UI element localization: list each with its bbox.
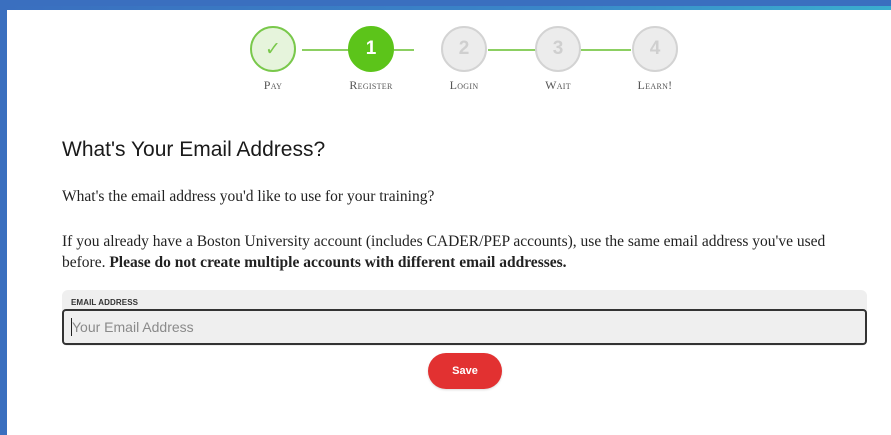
step-label: Register	[349, 78, 393, 92]
step-register: 1 Register	[341, 26, 401, 93]
save-button[interactable]: Save	[428, 353, 502, 389]
step-learn: 4 Learn!	[625, 26, 685, 93]
step-label: Learn!	[637, 78, 673, 92]
email-label: EMAIL ADDRESS	[71, 298, 139, 307]
step-label: Wait	[545, 78, 571, 92]
page-title: What's Your Email Address?	[62, 138, 326, 161]
text-caret	[71, 318, 72, 336]
email-field-group: EMAIL ADDRESS	[62, 290, 867, 346]
step-connector	[581, 49, 631, 51]
step-login: 2 Login	[434, 26, 494, 93]
step-wait: 3 Wait	[528, 26, 588, 93]
email-input[interactable]	[62, 309, 867, 345]
account-notice-warning: Please do not create multiple accounts w…	[109, 254, 567, 271]
step-number: 1	[348, 26, 394, 72]
step-number: 3	[535, 26, 581, 72]
step-label: Login	[449, 78, 479, 92]
step-number: 4	[632, 26, 678, 72]
step-label: Pay	[263, 78, 283, 92]
progress-stepper: ✓ Pay 1 Register 2 Login 3 Wait 4 Learn!	[0, 26, 891, 106]
intro-text: What's the email address you'd like to u…	[62, 188, 435, 205]
account-notice: If you already have a Boston University …	[62, 231, 852, 273]
step-pay: ✓ Pay	[243, 26, 303, 93]
check-icon: ✓	[250, 26, 296, 72]
step-number: 2	[441, 26, 487, 72]
top-accent-bar	[7, 6, 891, 10]
